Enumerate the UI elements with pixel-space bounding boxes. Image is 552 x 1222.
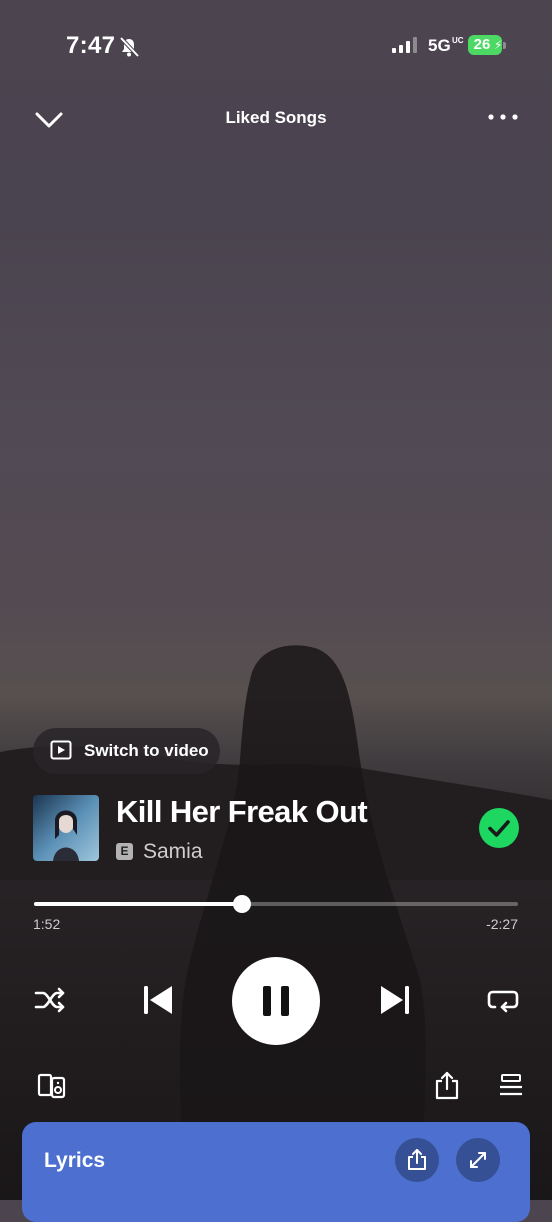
bell-muted-icon xyxy=(119,36,140,58)
battery-level: 26 xyxy=(473,36,491,53)
battery-indicator: 26 ⚡ xyxy=(468,35,506,55)
remaining-time: -2:27 xyxy=(486,916,518,932)
video-play-icon xyxy=(50,740,72,760)
skip-previous-icon[interactable] xyxy=(141,983,175,1017)
skip-next-icon[interactable] xyxy=(378,983,412,1017)
status-time: 7:47 xyxy=(66,32,116,59)
connect-devices-icon[interactable] xyxy=(37,1073,67,1099)
now-playing-header: Liked Songs xyxy=(0,96,552,140)
share-icon xyxy=(408,1149,426,1170)
charging-bolt-icon: ⚡ xyxy=(494,38,503,52)
shuffle-icon[interactable] xyxy=(33,985,67,1015)
progress-scrubber[interactable] xyxy=(233,895,252,913)
network-type: 5G xyxy=(428,36,451,55)
explicit-badge: E xyxy=(116,843,133,860)
pause-button[interactable] xyxy=(232,957,320,1045)
share-icon[interactable] xyxy=(434,1071,460,1101)
lyrics-title: Lyrics xyxy=(44,1149,106,1172)
lyrics-expand-button[interactable] xyxy=(456,1138,500,1182)
artist-name[interactable]: Samia xyxy=(143,840,203,864)
elapsed-time: 1:52 xyxy=(33,916,61,932)
expand-icon xyxy=(470,1152,486,1168)
cellular-signal-icon xyxy=(392,37,417,53)
pause-icon xyxy=(263,986,289,1016)
lyrics-share-button[interactable] xyxy=(395,1138,439,1182)
switch-to-video-button[interactable]: Switch to video xyxy=(33,728,220,774)
repeat-icon[interactable] xyxy=(486,985,520,1015)
album-art[interactable] xyxy=(33,795,99,861)
status-bar: 7:47 5G UC 26 ⚡ xyxy=(0,0,552,90)
context-title: Liked Songs xyxy=(225,108,327,127)
progress-bar[interactable] xyxy=(34,895,518,913)
track-title[interactable]: Kill Her Freak Out xyxy=(116,794,368,830)
queue-icon[interactable] xyxy=(498,1073,524,1099)
lyrics-card[interactable]: Lyrics xyxy=(22,1122,530,1222)
network-subtype: UC xyxy=(452,36,464,45)
liked-check-icon[interactable] xyxy=(479,808,519,848)
more-options-icon[interactable] xyxy=(484,110,522,124)
progress-fill xyxy=(34,902,243,906)
switch-to-video-label: Switch to video xyxy=(84,741,209,760)
